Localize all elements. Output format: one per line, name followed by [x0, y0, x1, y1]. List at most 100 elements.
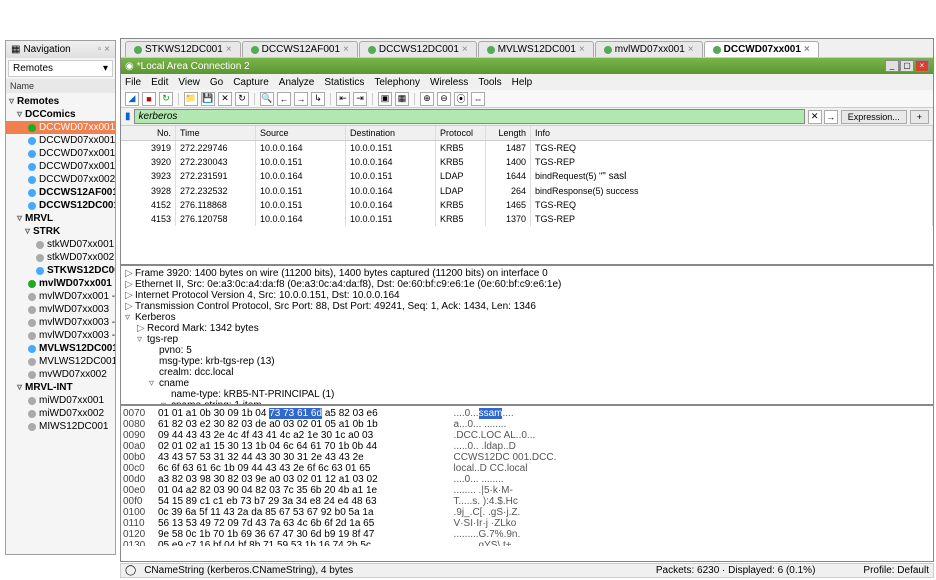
expand-icon[interactable]: ▿: [149, 378, 159, 389]
hex-line[interactable]: 01000c 39 6a 5f 11 43 2a da 85 67 53 67 …: [123, 507, 931, 518]
nav-group-strk[interactable]: ▿STRK: [6, 225, 115, 238]
detail-line[interactable]: ▷Internet Protocol Version 4, Src: 10.0.…: [123, 290, 931, 301]
nav-item[interactable]: mvWD07xx002: [6, 368, 115, 381]
col-info[interactable]: Info: [531, 126, 933, 140]
nav-item[interactable]: DCCWD07xx001: [6, 121, 115, 134]
nav-item[interactable]: DCCWD07xx002 - baseline: [6, 173, 115, 186]
tb-close-icon[interactable]: ✕: [218, 92, 232, 106]
nav-item[interactable]: miWD07xx002: [6, 407, 115, 420]
hex-line[interactable]: 013005 e9 c7 16 bf 04 bf 8b 71 59 53 1b …: [123, 540, 931, 546]
menu-item[interactable]: Tools: [478, 77, 501, 88]
nav-pin-icon[interactable]: ▫ ×: [98, 44, 110, 55]
nav-group-mrvl[interactable]: ▿MRVL: [6, 212, 115, 225]
tb-find-icon[interactable]: 🔍: [260, 92, 274, 106]
col-time[interactable]: Time: [176, 126, 256, 140]
packet-details[interactable]: ▷Frame 3920: 1400 bytes on wire (11200 b…: [121, 266, 933, 406]
nav-root[interactable]: ▿Remotes: [6, 95, 115, 108]
nav-item[interactable]: DCCWS12AF001: [6, 186, 115, 199]
detail-line[interactable]: ▷Frame 3920: 1400 bytes on wire (11200 b…: [123, 268, 931, 279]
nav-item[interactable]: mvlWD07xx003 - Copy ...: [6, 329, 115, 342]
detail-line[interactable]: ▷Transmission Control Protocol, Src Port…: [123, 301, 931, 312]
hex-line[interactable]: 011056 13 53 49 72 09 7d 43 7a 63 4c 6b …: [123, 518, 931, 529]
menu-item[interactable]: Statistics: [324, 77, 364, 88]
hex-dump[interactable]: 007001 01 a1 0b 30 09 1b 04 73 73 61 6d …: [121, 406, 933, 546]
nav-group-mrvlint[interactable]: ▿MRVL-INT: [6, 381, 115, 394]
hex-line[interactable]: 00c06c 6f 63 61 6c 1b 09 44 43 43 2e 6f …: [123, 463, 931, 474]
expand-icon[interactable]: ▿: [137, 334, 147, 345]
expand-icon[interactable]: ▷: [125, 301, 135, 312]
expand-icon[interactable]: ▷: [137, 323, 147, 334]
col-protocol[interactable]: Protocol: [436, 126, 486, 140]
nav-item[interactable]: DCCWD07xx001 - Simple...: [6, 160, 115, 173]
col-no[interactable]: No.: [121, 126, 176, 140]
detail-line[interactable]: msg-type: krb-tgs-rep (13): [123, 356, 931, 367]
tb-autoscroll-icon[interactable]: ▣: [378, 92, 392, 106]
menu-item[interactable]: Telephony: [374, 77, 420, 88]
hex-line[interactable]: 00a002 01 02 a1 15 30 13 1b 04 6c 64 61 …: [123, 441, 931, 452]
nav-item[interactable]: mvlWD07xx003 - Copy: [6, 316, 115, 329]
detail-line[interactable]: ▷Ethernet II, Src: 0e:a3:0c:a4:da:f8 (0e…: [123, 279, 931, 290]
tb-last-icon[interactable]: ⇥: [353, 92, 367, 106]
nav-item[interactable]: DCCWD07xx001 - Badg...: [6, 147, 115, 160]
maximize-button[interactable]: ▢: [900, 60, 914, 72]
tb-zoomin-icon[interactable]: ⊕: [420, 92, 434, 106]
hex-line[interactable]: 008061 82 03 e2 30 82 03 de a0 03 02 01 …: [123, 419, 931, 430]
tb-next-icon[interactable]: →: [294, 92, 308, 106]
tb-colorize-icon[interactable]: ▦: [395, 92, 409, 106]
hex-line[interactable]: 01209e 58 0c 1b 70 1b 69 36 67 47 30 6d …: [123, 529, 931, 540]
menu-item[interactable]: Wireless: [430, 77, 468, 88]
packet-row[interactable]: 3923 272.231591 10.0.0.164 10.0.0.151 LD…: [121, 169, 933, 184]
nav-item[interactable]: mvlWD07xx001: [6, 277, 115, 290]
tb-goto-icon[interactable]: ↳: [311, 92, 325, 106]
menu-item[interactable]: Go: [210, 77, 223, 88]
expand-icon[interactable]: ▷: [125, 290, 135, 301]
filter-bookmark-icon[interactable]: ▮: [125, 111, 131, 122]
expression-button[interactable]: Expression...: [841, 110, 907, 124]
packet-row[interactable]: 3919 272.229746 10.0.0.164 10.0.0.151 KR…: [121, 141, 933, 155]
sb-profile[interactable]: Profile: Default: [863, 565, 929, 576]
nav-item[interactable]: stkWD07xx001: [6, 238, 115, 251]
packet-row[interactable]: 4152 276.118868 10.0.0.151 10.0.0.164 KR…: [121, 198, 933, 212]
menu-item[interactable]: Analyze: [279, 77, 315, 88]
tb-restart-icon[interactable]: ↻: [159, 92, 173, 106]
nav-item[interactable]: mvlWD07xx003: [6, 303, 115, 316]
sb-bubble-icon[interactable]: ◯: [125, 565, 136, 576]
hex-line[interactable]: 00e001 04 a2 82 03 90 04 82 03 7c 35 6b …: [123, 485, 931, 496]
tb-stop-icon[interactable]: ■: [142, 92, 156, 106]
col-destination[interactable]: Destination: [346, 126, 436, 140]
nav-item[interactable]: DCCWS12DC001: [6, 199, 115, 212]
nav-item[interactable]: mvlWD07xx001 - artem: [6, 290, 115, 303]
detail-line[interactable]: ▿cname: [123, 378, 931, 389]
nav-item[interactable]: stkWD07xx002: [6, 251, 115, 264]
detail-line[interactable]: pvno: 5: [123, 345, 931, 356]
detail-line[interactable]: name-type: kRB5-NT-PRINCIPAL (1): [123, 389, 931, 400]
nav-item[interactable]: STKWS12DC001: [6, 264, 115, 277]
nav-item[interactable]: MVLWS12DC001 - long user: [6, 355, 115, 368]
tb-zoom100-icon[interactable]: ⦿: [454, 92, 468, 106]
nav-item[interactable]: miWD07xx001: [6, 394, 115, 407]
nav-item[interactable]: MVLWS12DC001: [6, 342, 115, 355]
expand-icon[interactable]: ▿: [125, 312, 135, 323]
menu-item[interactable]: Capture: [233, 77, 269, 88]
nav-item[interactable]: DCCWD07xx001 - Artem: [6, 134, 115, 147]
tb-first-icon[interactable]: ⇤: [336, 92, 350, 106]
tb-open-icon[interactable]: 📁: [184, 92, 198, 106]
hex-line[interactable]: 009009 44 43 43 2e 4c 4f 43 41 4c a2 1e …: [123, 430, 931, 441]
col-length[interactable]: Length: [486, 126, 531, 140]
menu-item[interactable]: Edit: [151, 77, 168, 88]
hex-line[interactable]: 007001 01 a1 0b 30 09 1b 04 73 73 61 6d …: [123, 408, 931, 419]
hex-line[interactable]: 00d0a3 82 03 98 30 82 03 9e a0 03 02 01 …: [123, 474, 931, 485]
nav-group-dccomics[interactable]: ▿DCComics: [6, 108, 115, 121]
expand-icon[interactable]: ▷: [125, 279, 135, 290]
add-filter-button[interactable]: +: [910, 110, 929, 124]
tb-prev-icon[interactable]: ←: [277, 92, 291, 106]
detail-line[interactable]: ▷Record Mark: 1342 bytes: [123, 323, 931, 334]
menu-item[interactable]: View: [178, 77, 200, 88]
menu-item[interactable]: File: [125, 77, 141, 88]
detail-line[interactable]: ▿tgs-rep: [123, 334, 931, 345]
detail-line[interactable]: ▿Kerberos: [123, 312, 931, 323]
hex-line[interactable]: 00f054 15 89 c1 c1 eb 73 b7 29 3a 34 e8 …: [123, 496, 931, 507]
tb-save-icon[interactable]: 💾: [201, 92, 215, 106]
expand-icon[interactable]: ▷: [125, 268, 135, 279]
detail-line[interactable]: crealm: dcc.local: [123, 367, 931, 378]
